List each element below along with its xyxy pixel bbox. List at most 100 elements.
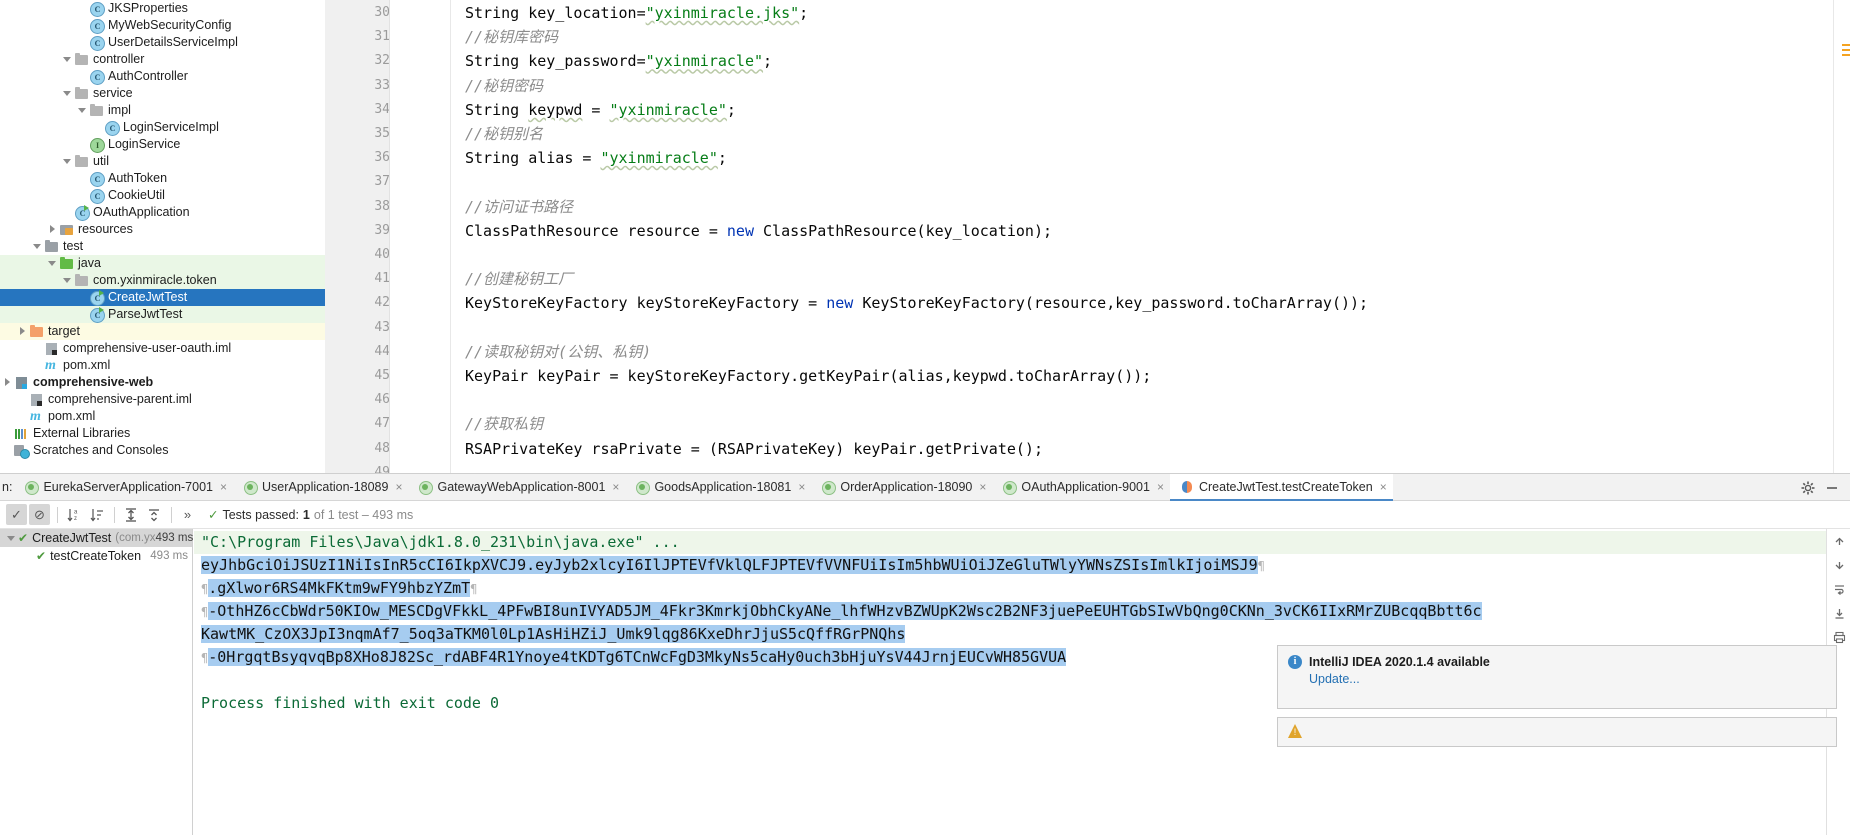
code-line[interactable]: //读取秘钥对(公钥、私钥) (465, 340, 651, 364)
tree-item-pom-xml[interactable]: pom.xml (0, 357, 325, 374)
scroll-down-icon[interactable] (1827, 553, 1850, 577)
run-configuration-tabs[interactable]: n: EurekaServerApplication-7001 × UserAppl… (0, 473, 1850, 501)
code-line[interactable]: String keypwd = "yxinmiracle"; (465, 98, 736, 122)
console-line[interactable]: ¶-OthHZ6cCbWdr50KIOw_MESCDgVFkkL_4PFwBI8… (201, 600, 1482, 623)
code-line[interactable]: String key_location="yxinmiracle.jks"; (465, 1, 808, 25)
tree-item-cookieutil[interactable]: CookieUtil (0, 187, 325, 204)
fold-marker-icon[interactable]: ¶ (1258, 559, 1265, 573)
code-editor[interactable]: 30 31 32 33 34 35 36 37 38 39 40 41 42 43 44 45 46 47 48 49… (325, 0, 1840, 473)
code-line[interactable]: //访问证书路径 (465, 195, 573, 219)
test-runner-toolbar[interactable]: ✓ ⊘ a z » ✓ Tests passed: 1 of 1 test – … (0, 501, 1850, 529)
sort-alphabetically-button[interactable]: a z (63, 504, 84, 525)
chevron-right-icon[interactable] (2, 377, 13, 388)
chevron-down-icon[interactable] (62, 275, 73, 286)
test-result-row[interactable]: ✔ testCreateToken 493 ms (0, 547, 192, 565)
tree-item-mywebsecurityconfig[interactable]: MyWebSecurityConfig (0, 17, 325, 34)
code-line[interactable]: //秘钥密码 (465, 74, 543, 98)
tree-item-userdetailsserviceimpl[interactable]: UserDetailsServiceImpl (0, 34, 325, 51)
chevron-down-icon[interactable] (32, 241, 43, 252)
console-line[interactable]: eyJhbGciOiJSUzI1NiIsInR5cCI6IkpXVCJ9.eyJ… (201, 554, 1265, 577)
collapse-all-button[interactable] (143, 504, 164, 525)
test-results-tree[interactable]: ✔ CreateJwtTest (com.yx 493 ms ✔ testCreateTo… (0, 529, 193, 835)
close-icon[interactable]: × (1380, 481, 1387, 493)
tree-item-pom-xml[interactable]: pom.xml (0, 408, 325, 425)
close-icon[interactable]: × (612, 481, 619, 493)
soft-wrap-icon[interactable] (1827, 577, 1850, 601)
chevron-down-icon[interactable] (47, 258, 58, 269)
tree-item-util[interactable]: util (0, 153, 325, 170)
code-content[interactable]: String key_location="yxinmiracle.jks"; //… (451, 0, 1840, 473)
close-icon[interactable]: × (220, 481, 227, 493)
hide-ignored-tests-button[interactable]: ⊘ (29, 504, 50, 525)
show-passed-tests-button[interactable]: ✓ (6, 504, 27, 525)
code-line[interactable]: //创建秘钥工厂 (465, 267, 573, 291)
toolbar-overflow-button[interactable]: » (177, 504, 198, 525)
console-line[interactable]: ¶.gXlwor6RS4MkFKtm9wFY9hbzYZmT¶ (201, 577, 477, 600)
code-line[interactable]: //秘钥别名 (465, 122, 543, 146)
notification-balloon[interactable]: i IntelliJ IDEA 2020.1.4 available Updat… (1277, 645, 1837, 709)
notification-update-link[interactable]: Update... (1309, 672, 1490, 686)
editor-gutter[interactable]: 30 31 32 33 34 35 36 37 38 39 40 41 42 43 44 45 46 47 48 49 (325, 0, 390, 473)
sort-by-duration-button[interactable] (86, 504, 107, 525)
console-line[interactable]: KawtMK_CzOX3JpI3nqmAf7_5oq3aTKM0l0Lp1AsH… (201, 623, 906, 646)
inspection-widget-icon[interactable] (1842, 44, 1850, 56)
scroll-up-icon[interactable] (1827, 529, 1850, 553)
editor-scrollbar-track[interactable] (1840, 0, 1850, 473)
tree-item-loginservice[interactable]: LoginService (0, 136, 325, 153)
chevron-down-icon[interactable] (62, 156, 73, 167)
code-line[interactable]: //获取私钥 (465, 412, 543, 436)
tree-item-controller[interactable]: controller (0, 51, 325, 68)
close-icon[interactable]: × (979, 481, 986, 493)
tree-item-loginserviceimpl[interactable]: LoginServiceImpl (0, 119, 325, 136)
export-icon[interactable] (1827, 601, 1850, 625)
close-icon[interactable]: × (798, 481, 805, 493)
tree-item-target[interactable]: target (0, 323, 325, 340)
tree-item-com-yxinmiracle-token[interactable]: com.yxinmiracle.token (0, 272, 325, 289)
test-result-row[interactable]: ✔ CreateJwtTest (com.yx 493 ms (0, 529, 193, 547)
tree-item-authcontroller[interactable]: AuthController (0, 68, 325, 85)
chevron-down-icon[interactable] (6, 533, 17, 544)
close-icon[interactable]: × (395, 481, 402, 493)
code-line[interactable]: //秘钥库密码 (465, 25, 558, 49)
tree-item-comprehensive-web[interactable]: comprehensive-web (0, 374, 325, 391)
run-tab-gatewaywebapplication-8001[interactable]: GatewayWebApplication-8001 × (408, 474, 625, 501)
code-line[interactable]: String key_password="yxinmiracle"; (465, 49, 772, 73)
gear-icon[interactable] (1800, 480, 1816, 496)
fold-marker-icon[interactable]: ¶ (470, 582, 477, 596)
tree-item-resources[interactable]: resources (0, 221, 325, 238)
tree-item-oauthapplication[interactable]: OAuthApplication (0, 204, 325, 221)
run-tab-oauthapplication-9001[interactable]: OAuthApplication-9001 × (992, 474, 1170, 501)
tree-item-scratches-and-consoles[interactable]: Scratches and Consoles (0, 442, 325, 459)
code-line[interactable]: KeyStoreKeyFactory keyStoreKeyFactory = … (465, 291, 1368, 315)
tree-item-service[interactable]: service (0, 85, 325, 102)
chevron-right-icon[interactable] (17, 326, 28, 337)
code-line[interactable]: String alias = "yxinmiracle"; (465, 146, 727, 170)
tree-item-authtoken[interactable]: AuthToken (0, 170, 325, 187)
run-tab-userapplication-18089[interactable]: UserApplication-18089 × (233, 474, 408, 501)
code-line[interactable]: KeyPair keyPair = keyStoreKeyFactory.get… (465, 364, 1151, 388)
tree-item-jksproperties[interactable]: JKSProperties (0, 0, 325, 17)
tree-item-impl[interactable]: impl (0, 102, 325, 119)
chevron-down-icon[interactable] (62, 54, 73, 65)
hide-tool-window-icon[interactable] (1824, 480, 1840, 496)
chevron-down-icon[interactable] (62, 88, 73, 99)
close-icon[interactable]: × (1157, 481, 1164, 493)
run-tab-eurekaserverapplication-7001[interactable]: EurekaServerApplication-7001 × (14, 474, 233, 501)
tree-item-external-libraries[interactable]: External Libraries (0, 425, 325, 442)
tree-item-comprehensive-parent-iml[interactable]: comprehensive-parent.iml (0, 391, 325, 408)
run-tab-createjwttest-testcreatetoken[interactable]: CreateJwtTest.testCreateToken × (1169, 473, 1393, 501)
expand-all-button[interactable] (120, 504, 141, 525)
console-line[interactable]: Process finished with exit code 0 (201, 692, 499, 715)
console-line[interactable]: ¶-0HrgqtBsyqvqBp8XHo8J82Sc_rdABF4R1Ynoye… (201, 646, 1067, 669)
run-tab-goodsapplication-18081[interactable]: GoodsApplication-18081 × (625, 474, 811, 501)
run-tab-orderapplication-18090[interactable]: OrderApplication-18090 × (811, 474, 992, 501)
tree-item-createjwttest[interactable]: CreateJwtTest (0, 289, 325, 306)
console-line[interactable]: "C:\Program Files\Java\jdk1.8.0_231\bin\… (194, 531, 1826, 554)
tree-item-comprehensive-user-oauth-iml[interactable]: comprehensive-user-oauth.iml (0, 340, 325, 357)
tree-item-java[interactable]: java (0, 255, 325, 272)
code-line[interactable]: RSAPrivateKey rsaPrivate = (RSAPrivateKe… (465, 437, 1043, 461)
notification-balloon-secondary[interactable]: ! (1277, 717, 1837, 747)
chevron-down-icon[interactable] (77, 105, 88, 116)
code-line[interactable]: ClassPathResource resource = new ClassPa… (465, 219, 1052, 243)
chevron-right-icon[interactable] (47, 224, 58, 235)
